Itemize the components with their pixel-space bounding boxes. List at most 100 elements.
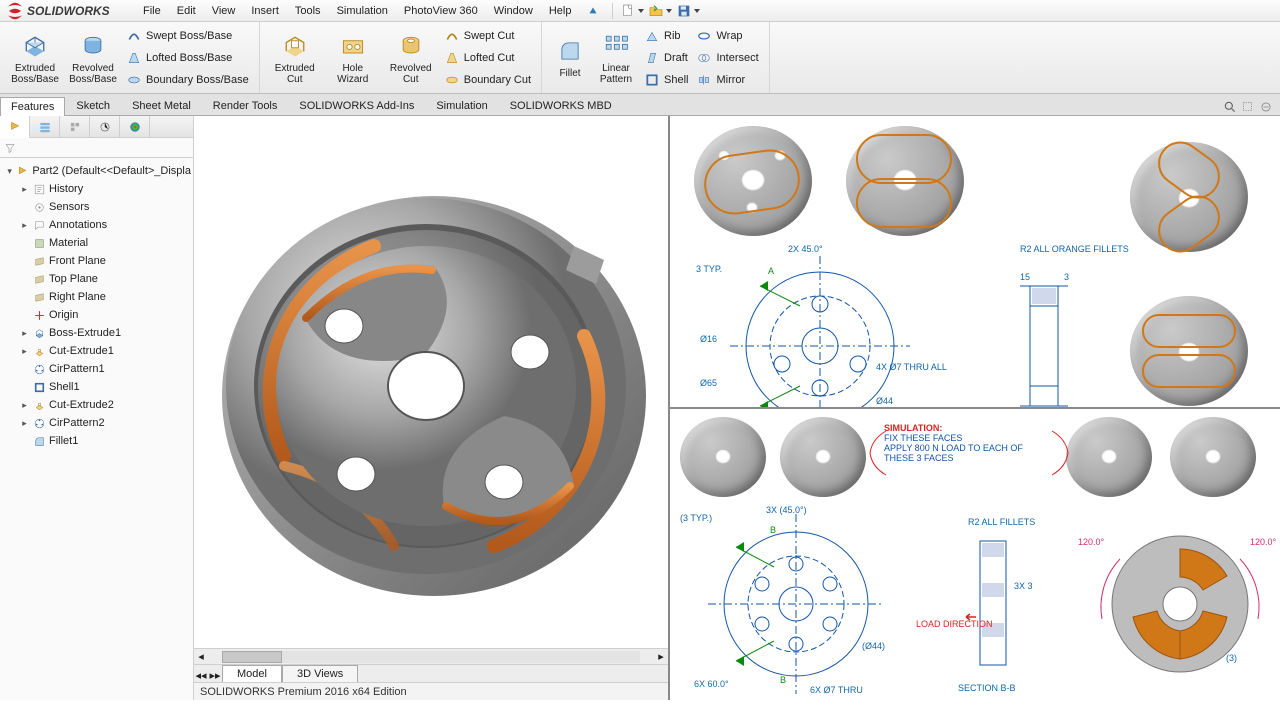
- tree-item[interactable]: ▸Annotations: [2, 216, 191, 234]
- tree-tab-dimx[interactable]: [90, 116, 120, 138]
- tree-item[interactable]: Origin: [2, 306, 191, 324]
- tree-filter[interactable]: [0, 138, 193, 158]
- expand-icon[interactable]: [20, 257, 29, 266]
- extruded-cut-button[interactable]: Extruded Cut: [266, 25, 324, 91]
- tree-item[interactable]: CirPattern1: [2, 360, 191, 378]
- new-doc-button[interactable]: [619, 1, 645, 21]
- fillet-button[interactable]: Fillet: [548, 25, 592, 91]
- menu-insert[interactable]: Insert: [244, 3, 286, 19]
- tab-features[interactable]: Features: [0, 97, 65, 116]
- expand-icon[interactable]: [20, 275, 29, 284]
- expand-icon[interactable]: ▾: [6, 167, 13, 176]
- expand-icon[interactable]: [20, 365, 29, 374]
- save-button[interactable]: [675, 1, 701, 21]
- expand-icon[interactable]: ▸: [20, 401, 29, 410]
- tab-addins[interactable]: SOLIDWORKS Add-Ins: [288, 96, 425, 115]
- status-bar: SOLIDWORKS Premium 2016 x64 Edition: [194, 682, 668, 700]
- tab-render-tools[interactable]: Render Tools: [202, 96, 289, 115]
- draft-button[interactable]: Draft: [640, 47, 692, 69]
- tree-tab-feature[interactable]: [0, 116, 30, 138]
- scroll-track[interactable]: [222, 651, 640, 663]
- tab-model[interactable]: Model: [222, 665, 282, 683]
- tree-item[interactable]: Sensors: [2, 198, 191, 216]
- rib-button[interactable]: Rib: [640, 25, 692, 47]
- expand-icon[interactable]: [20, 203, 29, 212]
- boundary-cut-button[interactable]: Boundary Cut: [440, 69, 535, 91]
- expand-icon[interactable]: [20, 437, 29, 446]
- scroll-thumb[interactable]: [222, 651, 282, 663]
- tree-item[interactable]: ▸Cut-Extrude2: [2, 396, 191, 414]
- zoom-area-icon[interactable]: [1240, 99, 1256, 115]
- prev-view-icon[interactable]: [1258, 99, 1274, 115]
- tree-tab-property[interactable]: [30, 116, 60, 138]
- expand-icon[interactable]: ▸: [20, 347, 29, 356]
- revolved-cut-button[interactable]: Revolved Cut: [382, 25, 440, 91]
- expand-icon[interactable]: [20, 239, 29, 248]
- tree-tab-display[interactable]: [120, 116, 150, 138]
- tree-item[interactable]: Shell1: [2, 378, 191, 396]
- tab-3d-views[interactable]: 3D Views: [282, 665, 358, 683]
- expand-icon[interactable]: ▸: [20, 329, 29, 338]
- horizontal-scrollbar[interactable]: ◂ ▸: [194, 648, 668, 664]
- expand-icon[interactable]: [20, 293, 29, 302]
- tree-item[interactable]: Top Plane: [2, 270, 191, 288]
- tree-item-label: Cut-Extrude1: [49, 345, 114, 357]
- tree-item[interactable]: ▸CirPattern2: [2, 414, 191, 432]
- tree-item-label: Front Plane: [49, 255, 106, 267]
- expand-icon[interactable]: [20, 383, 29, 392]
- graphics-view[interactable]: ◂ ▸ ◂◂ ▸▸ Model 3D Views SOLIDWORKS Prem…: [194, 116, 668, 700]
- expand-icon[interactable]: ▸: [20, 419, 29, 428]
- wrap-button[interactable]: Wrap: [692, 25, 762, 47]
- ref-part-thumb: [780, 417, 866, 497]
- extruded-boss-button[interactable]: Extruded Boss/Base: [6, 25, 64, 91]
- tree-item[interactable]: Front Plane: [2, 252, 191, 270]
- mirror-button[interactable]: Mirror: [692, 69, 762, 91]
- shell-button[interactable]: Shell: [640, 69, 692, 91]
- tree-item[interactable]: Fillet1: [2, 432, 191, 450]
- expand-icon[interactable]: ▸: [20, 185, 29, 194]
- view-mini-toolbar: [1222, 99, 1280, 115]
- lofted-boss-button[interactable]: Lofted Boss/Base: [122, 47, 253, 69]
- tab-mbd[interactable]: SOLIDWORKS MBD: [499, 96, 623, 115]
- boundary-boss-button[interactable]: Boundary Boss/Base: [122, 69, 253, 91]
- revolved-boss-button[interactable]: Revolved Boss/Base: [64, 25, 122, 91]
- tree-item[interactable]: ▸ Cut-Extrude1: [2, 342, 191, 360]
- menu-view[interactable]: View: [205, 3, 243, 19]
- tab-sheet-metal[interactable]: Sheet Metal: [121, 96, 202, 115]
- swept-cut-button[interactable]: Swept Cut: [440, 25, 535, 47]
- tree-tab-config[interactable]: [60, 116, 90, 138]
- menu-tools[interactable]: Tools: [288, 3, 328, 19]
- tab-nav-left[interactable]: ◂◂: [194, 669, 208, 682]
- menu-simulation[interactable]: Simulation: [330, 3, 395, 19]
- linear-pattern-button[interactable]: Linear Pattern: [592, 25, 640, 91]
- tab-sketch[interactable]: Sketch: [65, 96, 121, 115]
- tree-item[interactable]: Material: [2, 234, 191, 252]
- zoom-fit-icon[interactable]: [1222, 99, 1238, 115]
- status-text: SOLIDWORKS Premium 2016 x64 Edition: [200, 686, 407, 698]
- tree-item[interactable]: ▸History: [2, 180, 191, 198]
- rib-icon: [644, 28, 660, 44]
- swept-boss-button[interactable]: Swept Boss/Base: [122, 25, 253, 47]
- tree-item[interactable]: Right Plane: [2, 288, 191, 306]
- tab-nav-right[interactable]: ▸▸: [208, 669, 222, 682]
- hole-wizard-icon: [338, 31, 368, 61]
- menu-edit[interactable]: Edit: [170, 3, 203, 19]
- annot: 120.0°: [1078, 537, 1104, 547]
- menu-window[interactable]: Window: [487, 3, 540, 19]
- menu-help[interactable]: Help: [542, 3, 579, 19]
- plane-icon: [32, 254, 46, 268]
- open-doc-button[interactable]: [647, 1, 673, 21]
- annot: 2X 45.0°: [788, 244, 823, 254]
- tree-root[interactable]: ▾ Part2 (Default<<Default>_Displa: [2, 162, 191, 180]
- lofted-cut-button[interactable]: Lofted Cut: [440, 47, 535, 69]
- help-icon[interactable]: [580, 1, 606, 21]
- intersect-button[interactable]: Intersect: [692, 47, 762, 69]
- boss-small-buttons: Swept Boss/Base Lofted Boss/Base Boundar…: [122, 25, 253, 91]
- hole-wizard-button[interactable]: Hole Wizard: [324, 25, 382, 91]
- expand-icon[interactable]: [20, 311, 29, 320]
- expand-icon[interactable]: ▸: [20, 221, 29, 230]
- menu-photoview[interactable]: PhotoView 360: [397, 3, 485, 19]
- tree-item[interactable]: ▸Boss-Extrude1: [2, 324, 191, 342]
- tab-simulation[interactable]: Simulation: [425, 96, 498, 115]
- menu-file[interactable]: File: [136, 3, 168, 19]
